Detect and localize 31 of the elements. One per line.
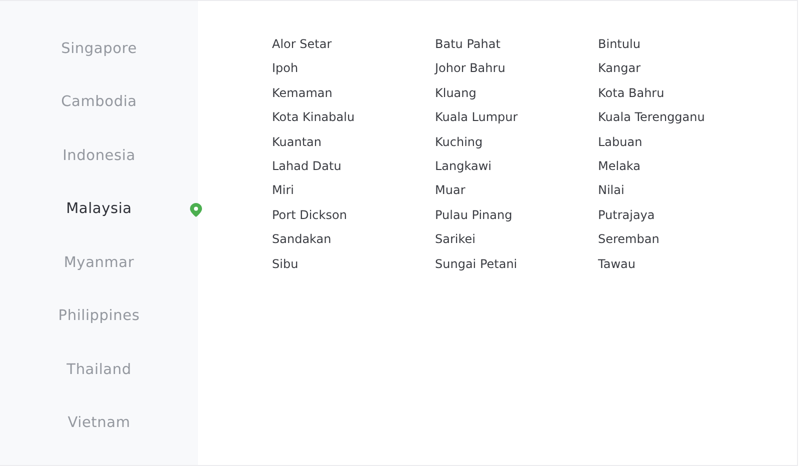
city-link[interactable]: Bintulu bbox=[598, 35, 761, 54]
city-link[interactable]: Langkawi bbox=[435, 156, 598, 176]
city-link[interactable]: Labuan bbox=[598, 132, 761, 152]
city-link[interactable]: Ipoh bbox=[272, 59, 435, 78]
city-link[interactable]: Tawau bbox=[598, 254, 761, 274]
city-link[interactable]: Kuching bbox=[435, 132, 598, 152]
city-link[interactable]: Kangar bbox=[598, 59, 761, 78]
city-link[interactable]: Sarikei bbox=[435, 230, 598, 250]
city-link[interactable]: Kota Bahru bbox=[598, 84, 761, 103]
city-link[interactable]: Putrajaya bbox=[598, 206, 761, 225]
city-link[interactable]: Port Dickson bbox=[272, 206, 435, 225]
city-link[interactable]: Kuala Terengganu bbox=[598, 108, 761, 128]
city-link[interactable]: Pulau Pinang bbox=[435, 206, 598, 225]
city-link[interactable]: Batu Pahat bbox=[435, 35, 598, 54]
city-link[interactable]: Kota Kinabalu bbox=[272, 108, 435, 128]
city-link[interactable]: Seremban bbox=[598, 230, 761, 250]
city-link[interactable]: Alor Setar bbox=[272, 35, 435, 54]
city-link[interactable]: Sandakan bbox=[272, 230, 435, 250]
city-link[interactable]: Sungai Petani bbox=[435, 254, 598, 274]
city-link[interactable]: Johor Bahru bbox=[435, 59, 598, 78]
city-link[interactable]: Miri bbox=[272, 181, 435, 200]
city-link[interactable]: Kuantan bbox=[272, 132, 435, 152]
city-link[interactable]: Muar bbox=[435, 181, 598, 200]
city-link[interactable]: Lahad Datu bbox=[272, 156, 435, 176]
country-tab[interactable]: Malaysia bbox=[66, 199, 132, 222]
city-link[interactable]: Kluang bbox=[435, 84, 598, 103]
city-link[interactable]: Melaka bbox=[598, 156, 761, 176]
city-link[interactable]: Nilai bbox=[598, 181, 761, 200]
city-link[interactable]: Kuala Lumpur bbox=[435, 108, 598, 128]
city-link[interactable]: Sibu bbox=[272, 254, 435, 274]
city-link[interactable]: Kemaman bbox=[272, 84, 435, 103]
